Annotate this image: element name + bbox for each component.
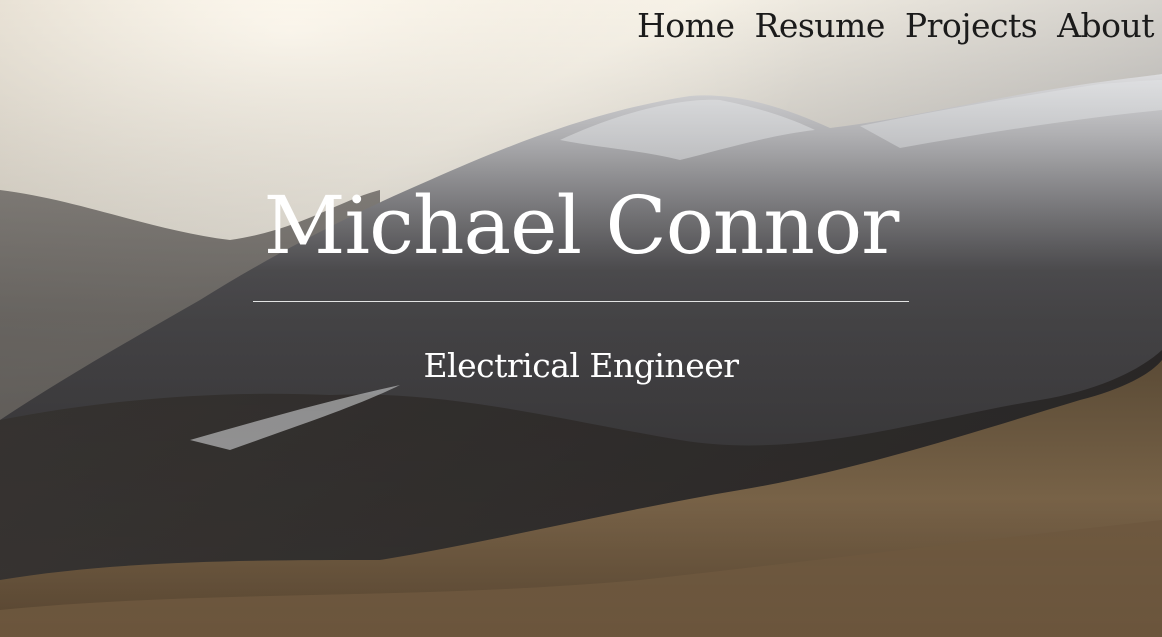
hero-tagline: Electrical Engineer — [423, 346, 739, 385]
mountain-background-image — [0, 0, 1162, 637]
nav-link-home[interactable]: Home — [637, 6, 735, 45]
hero-section: Home Resume Projects About Michael Conno… — [0, 0, 1162, 637]
nav-link-about[interactable]: About — [1057, 6, 1154, 45]
nav-link-resume[interactable]: Resume — [754, 6, 885, 45]
top-nav: Home Resume Projects About — [617, 0, 1154, 50]
hero-name-heading: Michael Connor — [263, 179, 900, 272]
hero-divider — [253, 301, 909, 302]
nav-link-projects[interactable]: Projects — [905, 6, 1038, 45]
